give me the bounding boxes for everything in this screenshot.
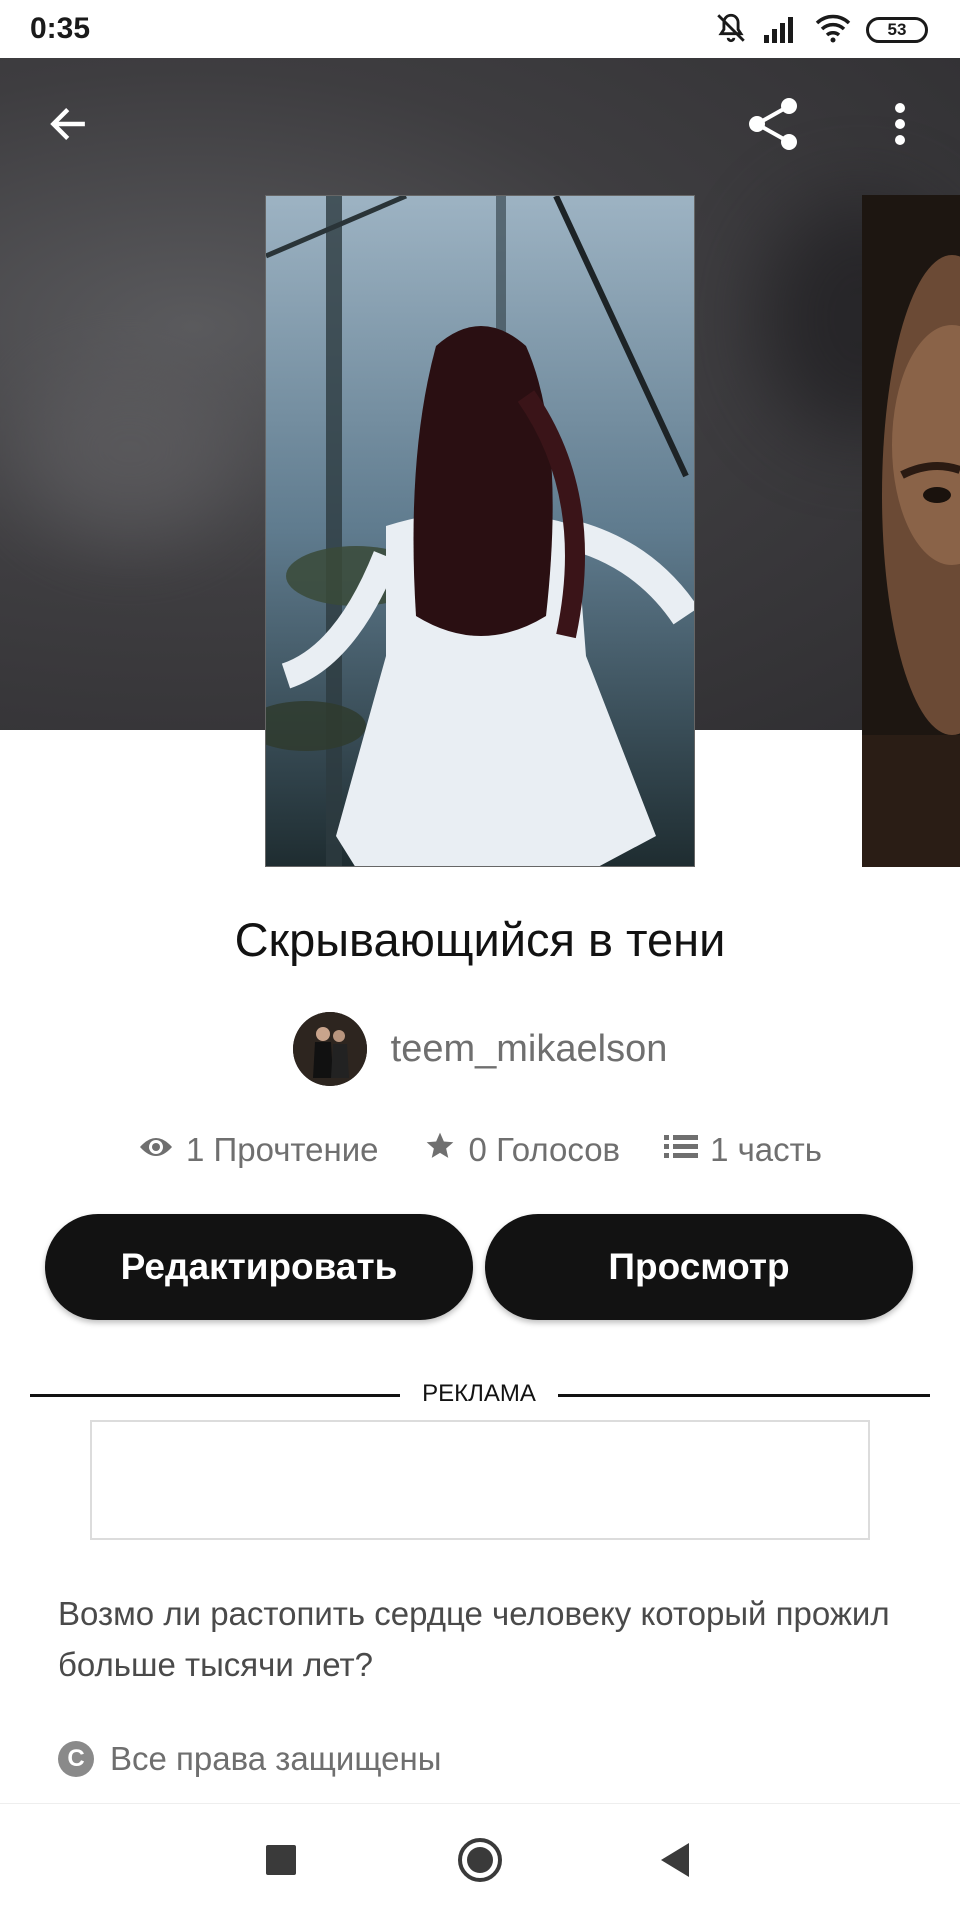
status-bar: 0:35 53 [0, 0, 960, 58]
avatar[interactable] [292, 1012, 367, 1086]
recents-square-icon [266, 1845, 296, 1880]
reads-count: 1 Прочтение [186, 1131, 379, 1168]
author-row[interactable]: teem_mikaelson [0, 1012, 960, 1086]
status-time: 0:35 [30, 12, 91, 45]
wifi-icon [814, 13, 852, 48]
votes-count: 0 Голосов [468, 1131, 621, 1168]
share-button[interactable] [737, 90, 809, 162]
parts-count: 1 часть [710, 1131, 822, 1168]
star-icon [423, 1130, 457, 1170]
story-description: Возмо ли растопить сердце человеку котор… [58, 1595, 890, 1683]
more-options-button[interactable] [864, 90, 936, 162]
status-icons: 53 [714, 12, 928, 48]
author-name[interactable]: teem_mikaelson [391, 1028, 668, 1071]
recents-button[interactable] [221, 1804, 341, 1920]
reads-stat: 1 Прочтение [138, 1130, 379, 1170]
parts-stat: 1 часть [664, 1130, 822, 1170]
list-icon [664, 1131, 699, 1169]
votes-stat: 0 Голосов [423, 1130, 621, 1170]
system-nav-bar [0, 1803, 960, 1920]
ad-banner[interactable] [90, 1420, 870, 1540]
ad-divider-right [558, 1394, 930, 1397]
edit-button[interactable]: Редактировать [45, 1214, 473, 1320]
copyright-row: C Все права защищены [58, 1740, 441, 1778]
view-button[interactable]: Просмотр [485, 1214, 913, 1320]
back-triangle-icon [661, 1843, 691, 1882]
battery-indicator: 53 [866, 17, 928, 43]
copyright-text: Все права защищены [110, 1740, 442, 1777]
copyright-icon: C [58, 1741, 94, 1777]
story-cover[interactable] [265, 195, 695, 867]
ad-label: РЕКЛАМА [422, 1380, 536, 1407]
share-icon [743, 94, 803, 159]
eye-icon [138, 1131, 174, 1169]
arrow-left-icon [46, 102, 90, 151]
next-story-cover[interactable] [862, 195, 960, 867]
mute-bell-icon [714, 11, 748, 50]
home-button[interactable] [420, 1804, 540, 1920]
signal-icon [762, 13, 800, 48]
more-vertical-icon [892, 102, 908, 151]
back-button[interactable] [32, 90, 104, 162]
ad-divider-left [30, 1394, 400, 1397]
story-stats: 1 Прочтение 0 Голосов 1 часть [0, 1130, 960, 1170]
system-back-button[interactable] [616, 1804, 736, 1920]
story-title: Скрывающийся в тени [234, 913, 726, 966]
home-circle-icon [457, 1837, 503, 1888]
